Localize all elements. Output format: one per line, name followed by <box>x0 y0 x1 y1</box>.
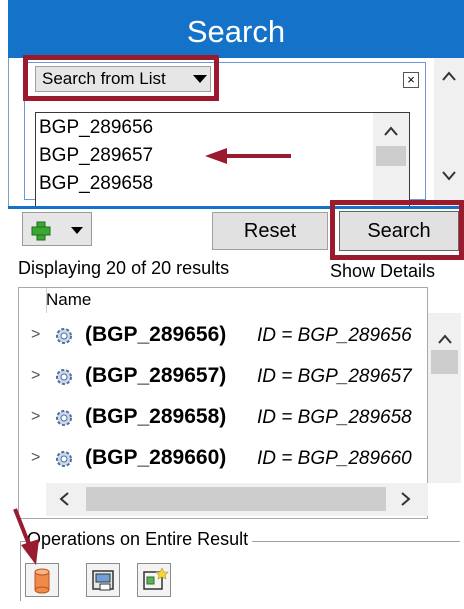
operations-label: Operations on Entire Result <box>27 529 253 550</box>
export-icon <box>92 570 114 591</box>
row-name: (BGP_289656) <box>85 323 227 346</box>
search-title: Search <box>186 14 286 49</box>
panel-scroll-down-icon <box>442 171 456 181</box>
gear-icon <box>56 410 72 426</box>
highlight-box-dropdown <box>23 55 219 101</box>
list-item: BGP_289657 <box>39 145 154 166</box>
new-window-icon <box>143 567 169 590</box>
gear-icon <box>56 328 72 344</box>
row-id: ID = BGP_289656 <box>257 325 412 346</box>
results-scroll-up-icon[interactable] <box>428 313 461 483</box>
gear-icon <box>56 369 72 385</box>
row-name: (BGP_289660) <box>85 446 227 469</box>
results-horizontal-thumb[interactable] <box>86 487 386 511</box>
row-name: (BGP_289658) <box>85 405 227 428</box>
show-details-link[interactable]: Show Details <box>330 261 435 282</box>
list-scroll-thumb[interactable] <box>376 146 406 166</box>
gear-icon <box>56 451 72 467</box>
add-criteria-button[interactable] <box>22 212 92 246</box>
highlight-box-search <box>330 200 464 260</box>
results-vertical-scrollbar[interactable] <box>428 313 461 483</box>
new-window-button[interactable] <box>137 563 171 597</box>
expand-chevron-icon[interactable]: > <box>31 367 40 385</box>
panel-scrollbar[interactable] <box>434 58 464 208</box>
panel-scroll-up-icon <box>442 71 456 81</box>
list-item: BGP_289658 <box>39 173 154 194</box>
expand-chevron-icon[interactable]: > <box>31 408 40 426</box>
table-row[interactable]: > (BGP_289657) ID = BGP_289657 <box>19 359 427 395</box>
close-criteria-icon[interactable]: × <box>403 72 419 88</box>
row-id: ID = BGP_289660 <box>257 448 412 469</box>
list-item: BGP_289656 <box>39 117 154 138</box>
results-summary: Displaying 20 of 20 results <box>18 258 230 278</box>
reset-button[interactable]: Reset <box>212 212 328 250</box>
red-arrow-operations-icon <box>13 508 39 565</box>
green-plus-icon <box>31 221 83 241</box>
row-id: ID = BGP_289657 <box>257 366 412 387</box>
scroll-left-icon <box>59 492 69 506</box>
expand-chevron-icon[interactable]: > <box>31 449 40 467</box>
table-row[interactable]: > (BGP_289656) ID = BGP_289656 <box>19 318 427 354</box>
results-vertical-thumb[interactable] <box>431 350 458 374</box>
results-rows: > (BGP_289656) ID = BGP_289656 > (BGP_28… <box>19 313 429 482</box>
expand-chevron-icon[interactable]: > <box>31 326 40 344</box>
row-id: ID = BGP_289658 <box>257 407 412 428</box>
export-button[interactable] <box>86 563 120 597</box>
table-row[interactable]: > (BGP_289658) ID = BGP_289658 <box>19 400 427 436</box>
row-name: (BGP_289657) <box>85 364 227 387</box>
table-row[interactable]: > (BGP_289660) ID = BGP_289660 <box>19 441 427 477</box>
red-arrow-list-icon <box>205 148 291 164</box>
scroll-right-icon <box>401 492 411 506</box>
column-header-name[interactable]: Name <box>46 290 91 310</box>
